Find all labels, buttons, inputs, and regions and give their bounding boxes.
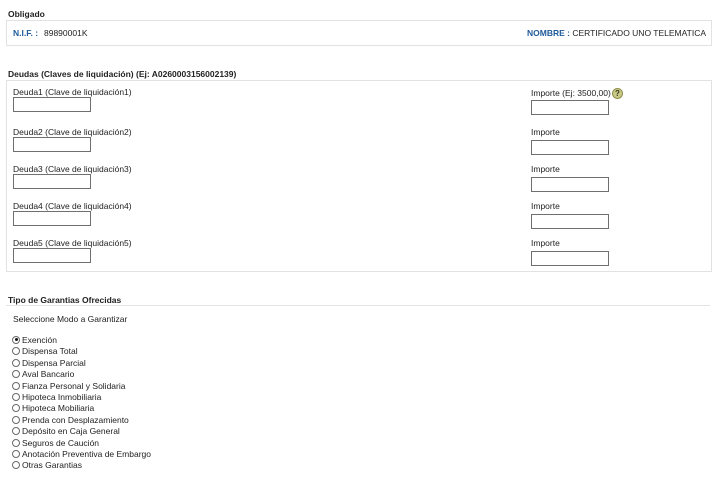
importe-input[interactable] <box>531 100 609 115</box>
garantias-divider <box>6 305 710 306</box>
garantia-option-label: Hipoteca Inmobiliaria <box>22 391 102 402</box>
radio-button[interactable] <box>12 449 20 458</box>
importe-label: Importe (Ej: 3500,00) <box>531 88 611 98</box>
importe-input[interactable] <box>531 251 609 266</box>
garantias-instruction: Seleccione Modo a Garantizar <box>13 314 128 324</box>
obligado-panel: N.I.F. : 89890001K NOMBRE : CERTIFICADO … <box>6 20 712 46</box>
deuda-label: Deuda5 (Clave de liquidación5) <box>13 238 132 248</box>
deuda-input[interactable] <box>13 174 91 189</box>
nombre-value: CERTIFICADO UNO TELEMATICA <box>572 28 706 38</box>
garantia-option-label: Dispensa Total <box>22 345 78 356</box>
garantias-section-title: Tipo de Garantias Ofrecidas <box>8 295 122 305</box>
importe-input[interactable] <box>531 140 609 155</box>
garantia-option[interactable]: Anotación Preventiva de Embargo <box>12 448 151 459</box>
radio-button[interactable] <box>12 358 20 367</box>
radio-button[interactable] <box>12 415 20 424</box>
radio-button[interactable] <box>12 438 20 447</box>
nif-label: N.I.F. : <box>13 28 39 38</box>
garantia-option[interactable]: Prenda con Desplazamiento <box>12 414 129 425</box>
garantia-option[interactable]: Dispensa Parcial <box>12 357 86 368</box>
garantia-option[interactable]: Hipoteca Inmobiliaria <box>12 391 101 402</box>
nombre-group: NOMBRE : CERTIFICADO UNO TELEMATICA <box>527 28 706 38</box>
garantia-option-label: Otras Garantias <box>22 459 82 470</box>
deudas-section-title: Deudas (Claves de liquidación) (Ej: A026… <box>8 69 237 79</box>
deuda-label: Deuda4 (Clave de liquidación4) <box>13 201 132 211</box>
nif-value: 89890001K <box>44 28 88 38</box>
garantia-option-label: Fianza Personal y Solidaria <box>22 380 126 391</box>
garantia-option[interactable]: Depósito en Caja General <box>12 425 120 436</box>
help-icon[interactable]: ? <box>612 88 623 99</box>
importe-input[interactable] <box>531 214 609 229</box>
obligado-section-title: Obligado <box>8 9 45 19</box>
deuda-input[interactable] <box>13 97 91 112</box>
garantia-option[interactable]: Seguros de Caución <box>12 437 99 448</box>
garantia-option[interactable]: Hipoteca Mobiliaria <box>12 402 94 413</box>
deuda-label: Deuda1 (Clave de liquidación1) <box>13 87 132 97</box>
importe-input[interactable] <box>531 177 609 192</box>
garantia-option-label: Exención <box>22 334 57 345</box>
radio-button[interactable] <box>12 392 20 401</box>
deuda-input[interactable] <box>13 211 91 226</box>
garantia-option-label: Prenda con Desplazamiento <box>22 414 129 425</box>
garantia-option[interactable]: Exención <box>12 334 57 345</box>
radio-button[interactable] <box>12 381 20 390</box>
garantia-option-label: Seguros de Caución <box>22 437 100 448</box>
importe-label: Importe <box>531 127 560 137</box>
radio-button[interactable] <box>12 403 20 412</box>
deuda-input[interactable] <box>13 248 91 263</box>
importe-label: Importe <box>531 201 560 211</box>
deuda-input[interactable] <box>13 137 91 152</box>
importe-label: Importe <box>531 238 560 248</box>
radio-button[interactable] <box>12 335 20 344</box>
deuda-label: Deuda3 (Clave de liquidación3) <box>13 164 132 174</box>
garantia-option[interactable]: Otras Garantias <box>12 459 82 470</box>
garantia-option[interactable]: Dispensa Total <box>12 345 78 356</box>
deuda-label: Deuda2 (Clave de liquidación2) <box>13 127 132 137</box>
garantia-option-label: Dispensa Parcial <box>22 357 86 368</box>
garantia-option[interactable]: Aval Bancario <box>12 368 74 379</box>
nombre-label: NOMBRE : <box>526 28 570 38</box>
radio-button[interactable] <box>12 460 20 469</box>
importe-label: Importe <box>531 164 560 174</box>
garantia-option[interactable]: Fianza Personal y Solidaria <box>12 380 125 391</box>
radio-button[interactable] <box>12 426 20 435</box>
radio-button[interactable] <box>12 346 20 355</box>
garantia-option-label: Anotación Preventiva de Embargo <box>22 448 151 459</box>
radio-button[interactable] <box>12 369 20 378</box>
garantia-option-label: Hipoteca Mobiliaria <box>22 402 95 413</box>
garantia-option-label: Aval Bancario <box>22 368 75 379</box>
garantia-option-label: Depósito en Caja General <box>22 425 120 436</box>
